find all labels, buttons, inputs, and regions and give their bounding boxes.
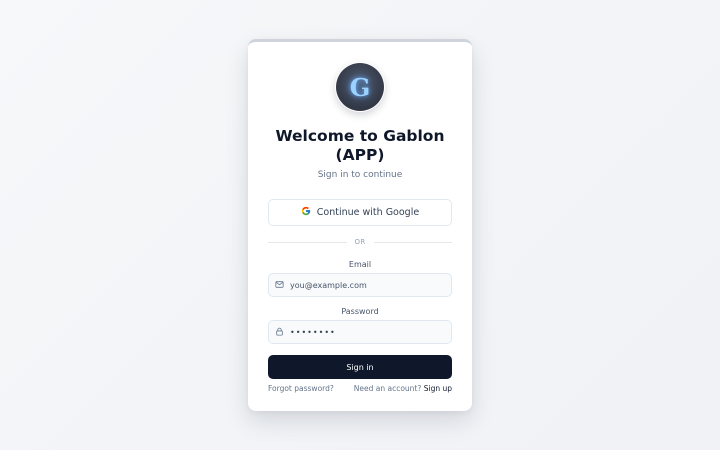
google-g-icon [301,206,311,219]
lock-icon [275,327,284,338]
sign-up-link[interactable]: Sign up [424,384,452,393]
login-card: G Welcome to Gablon (APP) Sign in to con… [248,39,472,411]
continue-with-google-button[interactable]: Continue with Google [268,199,452,226]
page-subtitle: Sign in to continue [317,170,403,180]
logo-letter: G [349,72,371,102]
logo-container: G [335,62,385,112]
email-label: Email [348,260,372,269]
account-prompt-text: Need an account? [353,384,422,393]
email-placeholder: you@example.com [290,280,367,290]
forgot-password-link[interactable]: Forgot password? [268,384,334,393]
email-field[interactable]: you@example.com [268,273,452,297]
app-logo: G [336,63,384,111]
password-label: Password [341,307,379,316]
password-field[interactable]: •••••••• [268,320,452,344]
mail-icon [275,280,284,291]
password-value: •••••••• [290,327,336,337]
page-title: Welcome to Gablon (APP) [275,127,445,164]
or-divider: OR [268,235,453,249]
divider-line-right [373,241,453,243]
card-footer: Forgot password? Need an account? Sign u… [268,384,452,393]
divider-label: OR [354,238,366,246]
signup-prompt: Need an account? Sign up [354,384,452,393]
divider-line-left [268,241,347,243]
google-button-label: Continue with Google [316,207,420,218]
sign-in-button[interactable]: Sign in [268,355,452,379]
